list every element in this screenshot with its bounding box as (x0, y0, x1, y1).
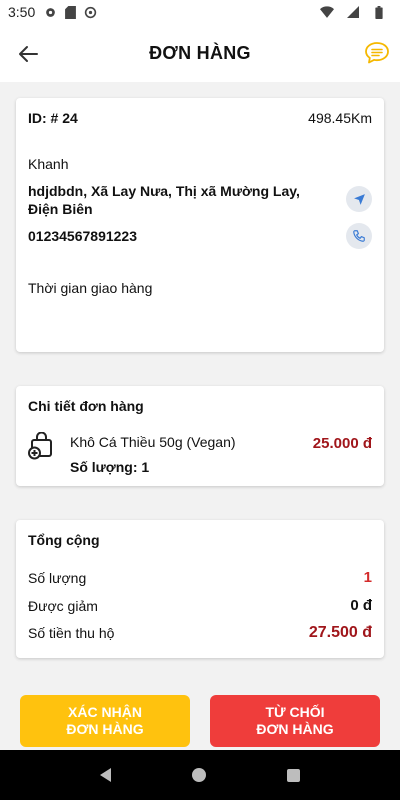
call-button[interactable] (346, 223, 372, 249)
order-distance: 498.45Km (308, 110, 372, 126)
order-info-card: ID: # 24 498.45Km Khanh hdjdbdn, Xã Lay … (16, 98, 384, 352)
confirm-order-button[interactable]: XÁC NHẬN ĐƠN HÀNG (20, 695, 190, 747)
summary-cod-row: Số tiền thu hộ 27.500 đ (28, 624, 372, 642)
phone-icon (353, 230, 365, 242)
summary-cod-label: Số tiền thu hộ (28, 625, 115, 641)
summary-discount-label: Được giảm (28, 597, 98, 614)
summary-title: Tổng cộng (28, 532, 100, 548)
item-quantity: Số lượng: 1 (70, 459, 150, 475)
status-time: 3:50 (8, 4, 36, 20)
at-sign-icon (83, 5, 97, 19)
summary-quantity-row: Số lượng 1 (28, 569, 372, 586)
cellular-icon (346, 5, 360, 19)
page-title: ĐƠN HÀNG (149, 42, 251, 63)
app-bar: ĐƠN HÀNG (0, 24, 400, 82)
summary-quantity-value: 1 (363, 569, 372, 586)
reject-order-button[interactable]: TỪ CHỐI ĐƠN HÀNG (210, 695, 380, 747)
navigation-arrow-icon (353, 193, 365, 205)
confirm-label-line1: XÁC NHẬN (68, 704, 142, 720)
order-details-card: Chi tiết đơn hàng Khô Cá Thiều 50g (Vega… (16, 386, 384, 486)
navigate-button[interactable] (346, 186, 372, 212)
details-title: Chi tiết đơn hàng (28, 398, 144, 414)
nav-recents-icon[interactable] (286, 768, 300, 782)
system-nav-bar (0, 750, 400, 800)
reject-label-line1: TỪ CHỐI (265, 704, 325, 720)
item-price: 25.000 đ (312, 435, 372, 452)
item-name: Khô Cá Thiều 50g (Vegan) (70, 434, 236, 450)
nav-home-icon[interactable] (191, 768, 206, 782)
delivery-time-label: Thời gian giao hàng (28, 280, 153, 296)
chat-bubble-icon (365, 42, 389, 64)
arrow-left-icon (19, 46, 38, 62)
reject-label-line2: ĐƠN HÀNG (256, 721, 334, 737)
back-button[interactable] (14, 40, 42, 68)
summary-quantity-label: Số lượng (28, 569, 87, 586)
summary-card: Tổng cộng Số lượng 1 Được giảm 0 đ Số ti… (16, 520, 384, 658)
nav-back-icon[interactable] (100, 768, 112, 782)
summary-cod-value: 27.500 đ (308, 624, 372, 641)
shopping-bag-plus-icon (28, 431, 54, 460)
customer-address: hdjdbdn, Xã Lay Nưa, Thị xã Mường Lay, Đ… (28, 183, 300, 217)
battery-icon (372, 5, 386, 19)
gear-icon (43, 5, 57, 19)
wifi-icon (320, 5, 334, 19)
confirm-label-line2: ĐƠN HÀNG (66, 721, 144, 737)
customer-phone: 01234567891223 (28, 228, 138, 244)
chat-button[interactable] (362, 38, 392, 68)
order-id: ID: # 24 (28, 110, 78, 126)
summary-discount-value: 0 đ (350, 597, 372, 614)
summary-discount-row: Được giảm 0 đ (28, 597, 372, 614)
status-bar: 3:50 (0, 0, 400, 24)
sd-card-icon (63, 5, 77, 19)
customer-name: Khanh (28, 156, 69, 172)
order-id-row: ID: # 24 498.45Km (28, 110, 372, 126)
